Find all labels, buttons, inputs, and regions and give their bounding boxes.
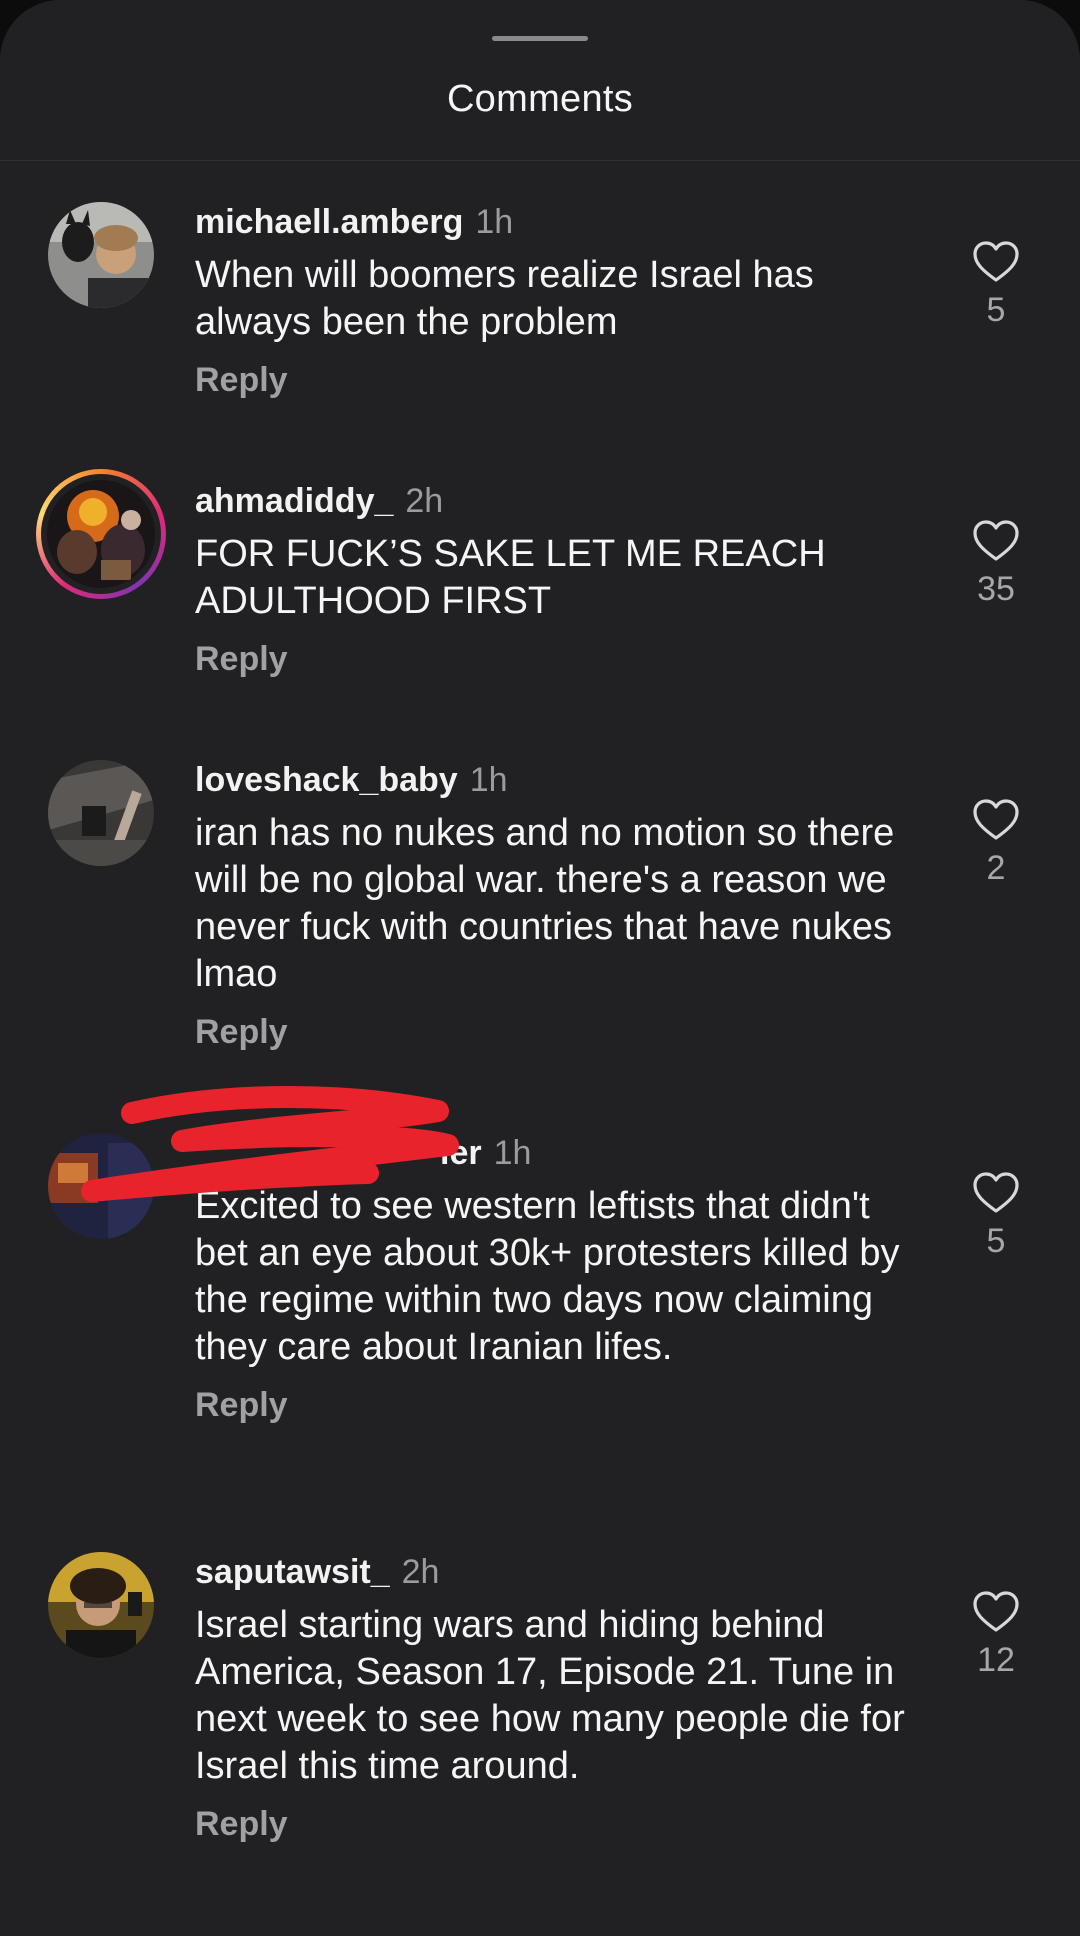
drag-handle[interactable] bbox=[492, 36, 588, 41]
like-count: 5 bbox=[986, 291, 1006, 329]
comment-body: loveshack_baby 1h iran has no nukes and n… bbox=[195, 760, 915, 1052]
sheet-title: Comments bbox=[446, 78, 634, 120]
reply-button[interactable]: Reply bbox=[195, 1385, 915, 1425]
like-count: 12 bbox=[977, 1641, 1015, 1679]
avatar-image bbox=[48, 202, 154, 308]
comments-sheet: Comments michaell.amberg 1h When will boo… bbox=[0, 0, 1080, 1936]
like-control: 5 bbox=[966, 240, 1026, 330]
comment-text: Excited to see western leftists that did… bbox=[195, 1185, 900, 1368]
username[interactable]: michaell.amberg bbox=[195, 203, 463, 241]
heart-outline-icon[interactable] bbox=[972, 798, 1020, 842]
comment-meta: ahmadiddy_ 2h bbox=[195, 481, 915, 521]
comment-body: ahmadiddy_ 2h FOR FUCK’S SAKE LET ME REAC… bbox=[195, 481, 915, 679]
comment-time: 2h bbox=[401, 1553, 440, 1591]
like-control: 35 bbox=[966, 519, 1026, 609]
heart-outline-icon[interactable] bbox=[972, 240, 1020, 284]
avatar[interactable] bbox=[48, 760, 154, 866]
comment-meta: ier 1h bbox=[195, 1133, 915, 1173]
comment-time: 1h bbox=[475, 203, 514, 241]
like-control: 12 bbox=[966, 1590, 1026, 1680]
comment-time: 2h bbox=[405, 482, 444, 520]
comment-body: michaell.amberg 1h When will boomers real… bbox=[195, 202, 915, 400]
username[interactable]: loveshack_baby bbox=[195, 761, 458, 799]
heart-outline-icon[interactable] bbox=[972, 519, 1020, 563]
comment-text: FOR FUCK’S SAKE LET ME REACH ADULTHOOD F… bbox=[195, 533, 826, 622]
comment-text: iran has no nukes and no motion so there… bbox=[195, 812, 895, 995]
comment-meta: saputawsit_ 2h bbox=[195, 1552, 915, 1592]
comment-body: saputawsit_ 2h Israel starting wars and h… bbox=[195, 1552, 915, 1844]
heart-outline-icon[interactable] bbox=[972, 1171, 1020, 1215]
username[interactable]: ahmadiddy_ bbox=[195, 482, 393, 520]
comment-meta: michaell.amberg 1h bbox=[195, 202, 915, 242]
like-control: 5 bbox=[966, 1171, 1026, 1261]
avatar-image bbox=[47, 480, 155, 588]
comment-body: ier 1h Excited to see western leftists th… bbox=[195, 1133, 915, 1425]
heart-outline-icon[interactable] bbox=[972, 1590, 1020, 1634]
like-control: 2 bbox=[966, 798, 1026, 888]
comment-meta: loveshack_baby 1h bbox=[195, 760, 915, 800]
comment-text: When will boomers realize Israel has alw… bbox=[195, 254, 814, 343]
reply-button[interactable]: Reply bbox=[195, 1804, 915, 1844]
avatar-image bbox=[48, 760, 154, 866]
username[interactable]: saputawsit_ bbox=[195, 1553, 390, 1591]
avatar[interactable] bbox=[36, 469, 166, 599]
comment-time: 1h bbox=[469, 761, 508, 799]
avatar[interactable] bbox=[48, 1552, 154, 1658]
reply-button[interactable]: Reply bbox=[195, 639, 915, 679]
avatar-image bbox=[48, 1133, 154, 1239]
comment-time: 1h bbox=[493, 1134, 532, 1172]
avatar-image bbox=[48, 1552, 154, 1658]
reply-button[interactable]: Reply bbox=[195, 360, 915, 400]
username[interactable]: ier bbox=[440, 1134, 482, 1172]
like-count: 5 bbox=[986, 1222, 1006, 1260]
header-divider bbox=[0, 160, 1080, 161]
like-count: 2 bbox=[986, 849, 1006, 887]
avatar[interactable] bbox=[48, 1133, 154, 1239]
reply-button[interactable]: Reply bbox=[195, 1012, 915, 1052]
avatar[interactable] bbox=[48, 202, 154, 308]
comment-text: Israel starting wars and hiding behind A… bbox=[195, 1604, 905, 1787]
like-count: 35 bbox=[977, 570, 1015, 608]
